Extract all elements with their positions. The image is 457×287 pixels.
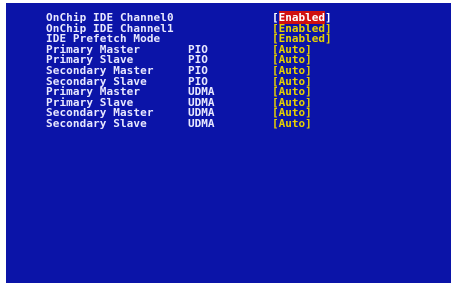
setting-value-selector[interactable]: [Auto]: [272, 116, 312, 130]
setting-mode: UDMA: [188, 116, 215, 130]
bios-setup-screen: OnChip IDE Channel0 [Enabled] OnChip IDE…: [6, 3, 451, 283]
ide-settings-list: OnChip IDE Channel0 [Enabled] OnChip IDE…: [6, 11, 451, 130]
setting-row-secondary-slave-udma[interactable]: Secondary Slave UDMA [Auto]: [6, 116, 451, 130]
setting-label: Secondary Slave: [46, 116, 147, 130]
value-text: Auto: [278, 116, 306, 130]
